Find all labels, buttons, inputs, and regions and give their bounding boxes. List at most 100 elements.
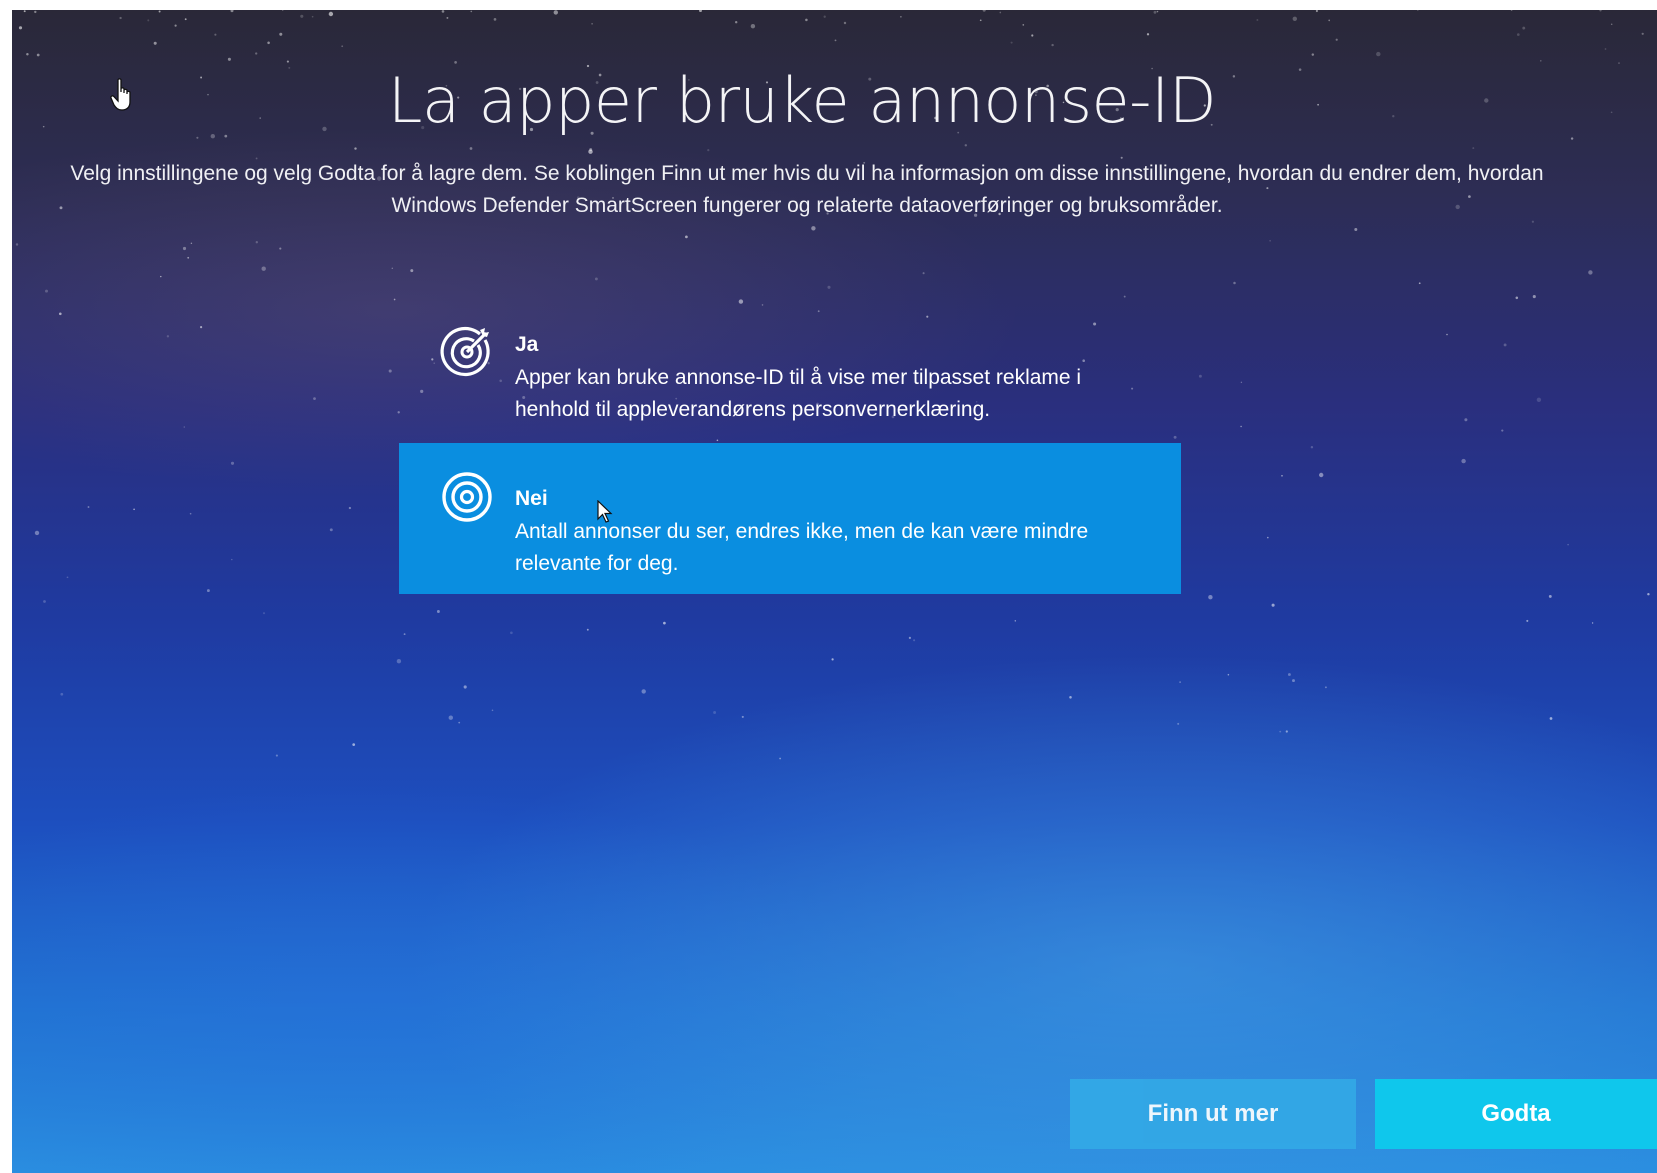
star-dot	[328, 11, 334, 17]
star-dot	[36, 53, 40, 57]
star-dot	[1591, 622, 1594, 624]
star-dot	[979, 19, 982, 22]
star-dot	[267, 41, 270, 45]
star-dot	[1319, 472, 1324, 478]
star-dot	[641, 689, 646, 694]
star-dot	[160, 275, 162, 278]
star-dot	[1279, 730, 1282, 733]
star-dot	[1156, 10, 1159, 13]
star-dot	[448, 715, 453, 720]
star-dot	[166, 335, 170, 338]
star-dot	[1014, 620, 1017, 622]
star-dot	[1153, 10, 1157, 14]
star-dot	[1146, 33, 1150, 36]
star-dot	[1647, 592, 1650, 596]
star-dot	[1540, 60, 1542, 62]
star-dot	[1281, 474, 1283, 477]
star-dot	[183, 426, 186, 428]
star-dot	[388, 369, 392, 373]
star-dot	[206, 589, 210, 593]
star-dot	[313, 397, 316, 400]
star-dot	[261, 266, 266, 271]
target-icon	[442, 472, 492, 522]
option-yes-description: Apper kan bruke annonse-ID til å vise me…	[515, 366, 1082, 421]
star-dot	[1269, 240, 1271, 242]
star-dot	[133, 508, 135, 511]
star-dot	[741, 715, 744, 718]
star-dot	[1570, 137, 1574, 140]
star-dot	[493, 18, 497, 21]
star-dot	[279, 32, 283, 36]
star-dot	[34, 530, 40, 536]
star-dot	[255, 52, 258, 55]
star-dot	[441, 10, 445, 13]
star-dot	[1123, 295, 1126, 298]
star-dot	[1240, 381, 1243, 384]
star-dot	[1416, 10, 1419, 11]
star-dot	[589, 148, 593, 152]
star-dot	[230, 10, 234, 13]
page-title: La apper bruke annonse-ID	[387, 64, 1217, 137]
star-dot	[707, 149, 710, 152]
star-dot	[716, 439, 719, 442]
star-dot	[396, 659, 402, 664]
star-dot	[1328, 19, 1331, 22]
star-dot	[436, 610, 440, 613]
star-dot	[779, 757, 781, 760]
star-dot	[738, 299, 744, 304]
star-dot	[66, 576, 69, 579]
star-dot	[1522, 26, 1526, 30]
star-dot	[403, 633, 406, 636]
star-dot	[823, 15, 826, 18]
star-dot	[1599, 10, 1602, 12]
star-dot	[26, 52, 29, 56]
star-dot	[1267, 536, 1269, 539]
star-dot	[553, 10, 558, 15]
star-dot	[1549, 717, 1553, 720]
star-dot	[1532, 295, 1536, 299]
option-no[interactable]: Nei Antall annonser du ser, endres ikke,…	[399, 443, 1181, 594]
accept-button[interactable]: Godta	[1375, 1079, 1657, 1149]
star-dot	[119, 16, 122, 20]
star-dot	[1503, 343, 1507, 347]
star-dot	[184, 18, 187, 21]
star-dot	[23, 10, 26, 13]
learn-more-button[interactable]: Finn ut mer	[1070, 1079, 1356, 1149]
star-dot	[491, 709, 494, 712]
star-dot	[58, 312, 62, 316]
star-dot	[214, 33, 217, 36]
star-dot	[18, 26, 23, 30]
star-dot	[469, 147, 473, 150]
star-dot	[761, 304, 764, 306]
star-dot	[1292, 16, 1298, 21]
star-dot	[1588, 270, 1593, 275]
star-dot	[393, 298, 396, 301]
star-dot	[1446, 333, 1448, 336]
star-dot	[329, 528, 333, 532]
star-dot	[1285, 730, 1288, 733]
star-dot	[1311, 53, 1315, 56]
star-dot	[196, 136, 199, 139]
star-dot	[1536, 397, 1542, 402]
star-dot	[87, 506, 90, 508]
star-dot	[458, 721, 461, 724]
star-dot	[34, 10, 37, 14]
star-dot	[352, 743, 356, 746]
star-dot	[341, 45, 344, 48]
option-no-description: Antall annonser du ser, endres ikke, men…	[515, 520, 1089, 575]
star-dot	[913, 639, 916, 642]
star-dot	[1208, 595, 1213, 600]
star-dot	[1641, 32, 1644, 35]
star-dot	[1179, 681, 1181, 683]
star-dot	[805, 18, 808, 22]
star-dot	[1510, 10, 1513, 11]
star-dot	[182, 246, 187, 251]
star-dot	[1051, 43, 1054, 47]
star-dot	[843, 21, 847, 25]
star-dot	[1256, 19, 1259, 21]
star-dot	[15, 243, 19, 246]
star-dot	[1610, 111, 1613, 114]
star-dot	[43, 600, 46, 603]
star-dot	[1031, 34, 1034, 37]
option-yes[interactable]: Ja Apper kan bruke annonse-ID til å vise…	[399, 310, 1181, 428]
